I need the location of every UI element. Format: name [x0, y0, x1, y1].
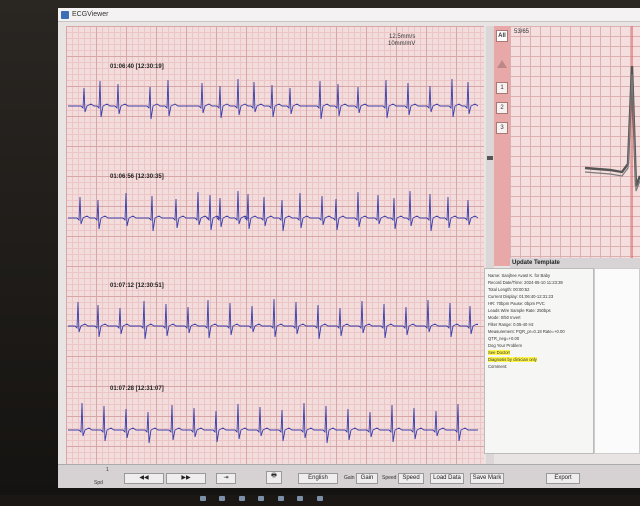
info-row: Measurement: PQR_pr=0.18 Rate=+0.00	[488, 328, 590, 335]
info-row-text: Name: Sanjhee Avast K. for Baby	[488, 273, 551, 278]
bottom-toolbar: 1 Spd ◀◀ ▶▶ ⇥ 🖶 English Gain Gain Speed …	[58, 464, 640, 488]
beat-class-3-button[interactable]: 3	[496, 122, 508, 134]
speed-select-label: Speed	[382, 475, 397, 481]
template-panel: 53/65	[510, 26, 640, 258]
taskbar-icon[interactable]	[219, 496, 226, 501]
print-icon[interactable]: 🖶	[266, 471, 282, 484]
taskbar-icon[interactable]	[277, 496, 284, 501]
save-mark-button[interactable]: Save Mark	[470, 473, 504, 484]
speed-label: Spd	[94, 480, 103, 486]
ecg-waveform	[68, 190, 478, 232]
update-template-button[interactable]: Update Template	[510, 258, 640, 268]
beat-class-2-button[interactable]: 2	[496, 102, 508, 114]
info-rows: Name: Sanjhee Avast K. for Baby Record Da…	[488, 272, 590, 370]
beat-class-1-button[interactable]: 1	[496, 82, 508, 94]
beat-class-panel: All 1 2 3	[494, 26, 510, 266]
window-title: ECGViewer	[72, 11, 109, 18]
strip-time-4: 01:07:28 [12:31:07]	[110, 386, 164, 392]
info-row-text: Comment:	[488, 364, 508, 369]
info-row: Mode: 0/50 Invert	[488, 314, 590, 321]
info-row: Filter Range: 0.05-40 Hz	[488, 321, 590, 328]
speed-text: 12.5mm/s	[389, 34, 416, 40]
info-row: HR: 70bpm Pause: 0bpm PVC	[488, 300, 590, 307]
ecg-trace-4	[68, 402, 478, 444]
ecg-waveform	[68, 78, 478, 120]
info-row-text: Dog Your Problem	[488, 343, 522, 348]
ecg-trace-1	[68, 78, 478, 120]
previous-page-button[interactable]: ◀◀	[124, 473, 164, 484]
info-row: Diagnosis by clinician only	[488, 356, 590, 363]
info-row: Record Date/Time: 2024-05-10 11:23:39	[488, 279, 590, 286]
taskbar	[200, 488, 460, 501]
info-row-text: Current Display: 01:06:40-12:31:23	[488, 294, 554, 299]
monitor-bezel: ECGViewer 12.5mm/s 10mm/mV 01:06:40 [12:…	[0, 0, 640, 501]
info-row: Current Display: 01:06:40-12:31:23	[488, 293, 590, 300]
taskbar-icon[interactable]	[258, 496, 265, 501]
info-row: Name: Sanjhee Avast K. for Baby	[488, 272, 590, 279]
info-row-text: QTR_neg=+0.00	[488, 336, 520, 341]
strip-time-1: 01:06:40 [12:30:19]	[110, 64, 164, 70]
info-row-text: Leads Wire Sample Rate: 250bps	[488, 308, 551, 313]
info-row: Dog Your Problem	[488, 342, 590, 349]
info-row-text: Mode: 0/50 Invert	[488, 315, 521, 320]
page-indicator: 1	[106, 467, 109, 473]
info-row-text: Total Length: 00:00:52	[488, 287, 530, 292]
info-row: See Doctor!	[488, 349, 590, 356]
taskbar-icon[interactable]	[297, 496, 304, 501]
export-button[interactable]: Export	[546, 473, 580, 484]
strip-time-2: 01:06:56 [12:30:35]	[110, 174, 164, 180]
speed-select[interactable]: Speed	[398, 473, 424, 484]
language-select[interactable]: English	[298, 473, 338, 484]
info-row: QTR_neg=+0.00	[488, 335, 590, 342]
title-bar: ECGViewer	[58, 8, 640, 22]
gain-speed-label: 12.5mm/s 10mm/mV	[388, 34, 415, 48]
taskbar-icon[interactable]	[238, 496, 245, 501]
scrollbar-thumb[interactable]	[487, 156, 493, 160]
info-row-text: HR: 70bpm Pause: 0bpm PVC	[488, 301, 545, 306]
gain-select[interactable]: Gain	[356, 473, 378, 484]
ecg-trace-2	[68, 190, 478, 232]
scroll-up-icon[interactable]	[497, 60, 507, 68]
next-page-button[interactable]: ▶▶	[166, 473, 206, 484]
patient-info-panel: Name: Sanjhee Avast K. for Baby Record Da…	[484, 268, 594, 454]
info-row: Leads Wire Sample Rate: 250bps	[488, 307, 590, 314]
info-row-text: Filter Range: 0.05-40 Hz	[488, 322, 534, 327]
info-row-text: Record Date/Time: 2024-05-10 11:23:39	[488, 280, 563, 285]
beat-all-button[interactable]: All	[496, 30, 508, 42]
ecg-viewer-window: ECGViewer 12.5mm/s 10mm/mV 01:06:40 [12:…	[58, 8, 640, 488]
info-row-text: See Doctor!	[488, 350, 511, 355]
taskbar-icon[interactable]	[200, 496, 206, 501]
app-icon	[61, 11, 69, 19]
info-row-text: Diagnosis by clinician only	[488, 357, 537, 362]
strip-time-3: 01:07:12 [12:30:51]	[110, 283, 164, 289]
gain-text: 10mm/mV	[388, 41, 416, 47]
ecg-trace-3	[68, 298, 478, 340]
gain-label: Gain	[344, 475, 355, 481]
template-waveform	[584, 26, 640, 258]
ecg-waveform	[68, 298, 478, 340]
info-row: Total Length: 00:00:52	[488, 286, 590, 293]
info-row-text: Measurement: PQR_pr=0.18 Rate=+0.00	[488, 329, 565, 334]
notes-area[interactable]	[594, 268, 640, 454]
ecg-waveform	[68, 402, 478, 444]
info-row: Comment:	[488, 363, 590, 370]
load-data-button[interactable]: Load Data	[430, 473, 464, 484]
exit-icon[interactable]: ⇥	[216, 473, 236, 484]
taskbar-icon[interactable]	[316, 496, 323, 501]
